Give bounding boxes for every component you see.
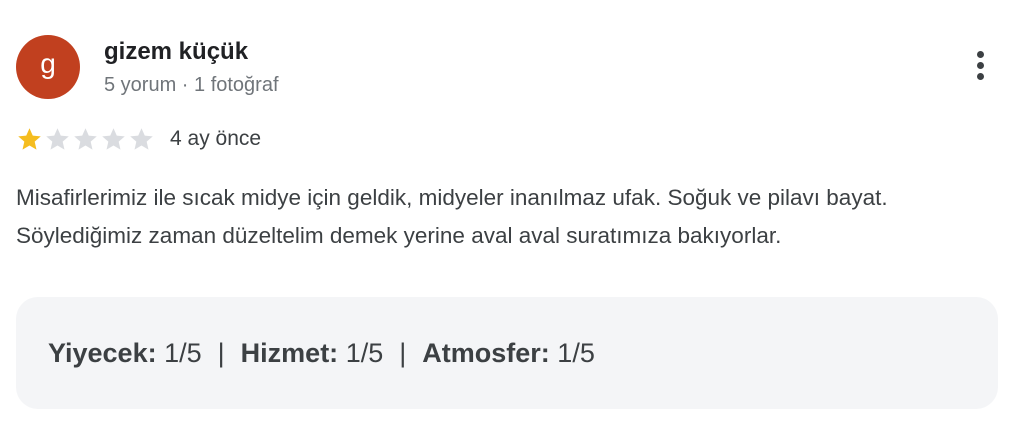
attr-separator: | bbox=[217, 337, 225, 368]
more-vert-icon bbox=[968, 51, 992, 80]
attribute-ratings: Yiyecek: 1/5 | Hizmet: 1/5 | Atmosfer: 1… bbox=[16, 297, 998, 409]
star-rating bbox=[16, 126, 156, 153]
star-empty-icon bbox=[130, 127, 153, 150]
attr-atmosphere-label: Atmosfer: bbox=[422, 337, 550, 368]
attr-service-label: Hizmet: bbox=[240, 337, 339, 368]
attr-food-label: Yiyecek: bbox=[48, 337, 157, 368]
user-avatar[interactable]: g bbox=[16, 35, 80, 99]
attr-food-value: 1/5 bbox=[164, 337, 202, 368]
review-date: 4 ay önce bbox=[170, 127, 262, 150]
attr-separator: | bbox=[399, 337, 407, 368]
more-options-button[interactable] bbox=[968, 48, 992, 88]
star-empty-icon bbox=[102, 127, 125, 150]
review-text: Misafirlerimiz ile sıcak midye için geld… bbox=[16, 185, 888, 248]
star-empty-icon bbox=[46, 127, 69, 150]
user-name[interactable]: gizem küçük bbox=[104, 38, 248, 66]
attr-atmosphere-value: 1/5 bbox=[557, 337, 595, 368]
star-filled-icon bbox=[18, 127, 41, 150]
star-empty-icon bbox=[74, 127, 97, 150]
user-meta: 5 yorum · 1 fotoğraf bbox=[104, 74, 279, 96]
attr-service-value: 1/5 bbox=[345, 337, 384, 368]
rating-row: 4 ay önce bbox=[16, 124, 261, 154]
